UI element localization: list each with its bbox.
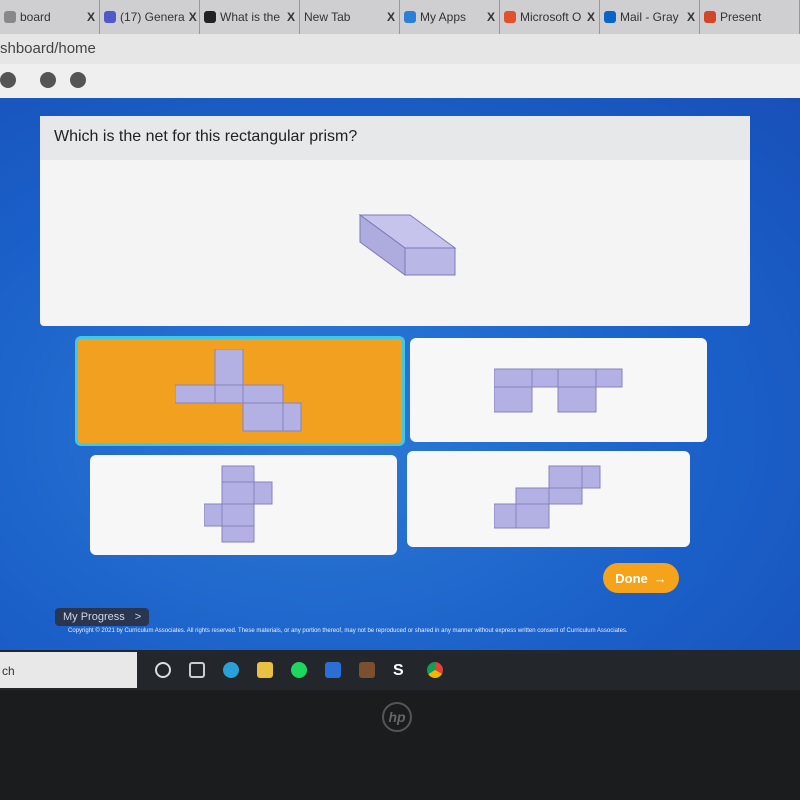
browser-tab[interactable]: Present — [700, 0, 800, 34]
tab-label: board — [20, 10, 51, 24]
net-figure — [175, 348, 302, 431]
net-figure — [203, 465, 272, 543]
tab-label: Present — [720, 10, 762, 24]
bookmark-icon[interactable] — [0, 72, 16, 88]
answer-option-2[interactable] — [410, 338, 707, 442]
address-text: shboard/home — [0, 40, 96, 57]
spotify-icon[interactable] — [291, 662, 307, 678]
net-figure — [493, 465, 600, 529]
answer-option-4[interactable] — [407, 451, 690, 547]
bookmarks-bar — [0, 64, 800, 98]
file-explorer-icon[interactable] — [257, 662, 273, 678]
my-progress-label: My Progress — [63, 611, 125, 623]
arrow-right-icon: → — [653, 570, 667, 586]
taskbar: ch S — [0, 650, 800, 690]
close-tab-icon[interactable]: X — [587, 10, 595, 24]
close-tab-icon[interactable]: X — [287, 10, 295, 24]
skype-icon[interactable]: S — [393, 662, 409, 679]
tab-label: Mail - Gray — [620, 10, 679, 24]
chrome-icon[interactable] — [427, 662, 443, 678]
dashboard-icon — [4, 11, 16, 23]
rectangular-prism-figure — [358, 214, 457, 276]
brainly-icon — [204, 11, 216, 23]
browser-tab[interactable]: My Apps X — [400, 0, 500, 34]
tab-label: (17) Genera — [120, 10, 185, 24]
close-tab-icon[interactable]: X — [387, 10, 395, 24]
tab-label: Microsoft O — [520, 10, 582, 24]
office-icon — [504, 11, 516, 23]
net-figure — [493, 368, 622, 413]
address-bar[interactable]: shboard/home — [0, 34, 800, 64]
globe-icon[interactable] — [40, 72, 56, 88]
browser-tab[interactable]: What is the X — [200, 0, 300, 34]
edge-icon[interactable] — [223, 662, 239, 678]
done-label: Done — [615, 570, 648, 586]
hp-logo: hp — [382, 702, 412, 732]
answer-option-1[interactable] — [75, 336, 405, 446]
tab-label: My Apps — [420, 10, 467, 24]
browser-tab[interactable]: Mail - Gray X — [600, 0, 700, 34]
lesson-area: Which is the net for this rectangular pr… — [0, 98, 800, 650]
close-tab-icon[interactable]: X — [487, 10, 495, 24]
close-tab-icon[interactable]: X — [687, 10, 695, 24]
app-icon[interactable] — [325, 662, 341, 678]
close-tab-icon[interactable]: X — [189, 10, 197, 24]
question-text: Which is the net for this rectangular pr… — [40, 116, 750, 160]
browser-tab[interactable]: (17) Genera X — [100, 0, 200, 34]
teams-icon — [104, 11, 116, 23]
browser-tab[interactable]: Microsoft O X — [500, 0, 600, 34]
minecraft-icon[interactable] — [359, 662, 375, 678]
copyright-text: Copyright © 2021 by Curriculum Associate… — [68, 628, 628, 634]
tab-label: New Tab — [304, 10, 351, 24]
answer-option-3[interactable] — [90, 455, 397, 555]
browser-tab-bar: board X (17) Genera X What is the X New Tab X My… — [0, 0, 800, 34]
chevron-right-icon: > — [134, 611, 142, 623]
browser-tab[interactable]: New Tab X — [300, 0, 400, 34]
task-view-icon[interactable] — [189, 662, 205, 678]
powerpoint-icon — [704, 11, 716, 23]
my-progress-button[interactable]: My Progress > — [55, 608, 150, 626]
taskbar-search[interactable]: ch — [0, 652, 137, 688]
outlook-icon — [604, 11, 616, 23]
done-button[interactable]: Done → — [603, 563, 679, 593]
myapps-icon — [404, 11, 416, 23]
tab-label: What is the — [220, 10, 281, 24]
browser-tab[interactable]: board X — [0, 0, 100, 34]
cortana-icon[interactable] — [155, 662, 171, 678]
globe-icon[interactable] — [70, 72, 86, 88]
question-card: Which is the net for this rectangular pr… — [40, 116, 750, 326]
close-tab-icon[interactable]: X — [87, 10, 95, 24]
